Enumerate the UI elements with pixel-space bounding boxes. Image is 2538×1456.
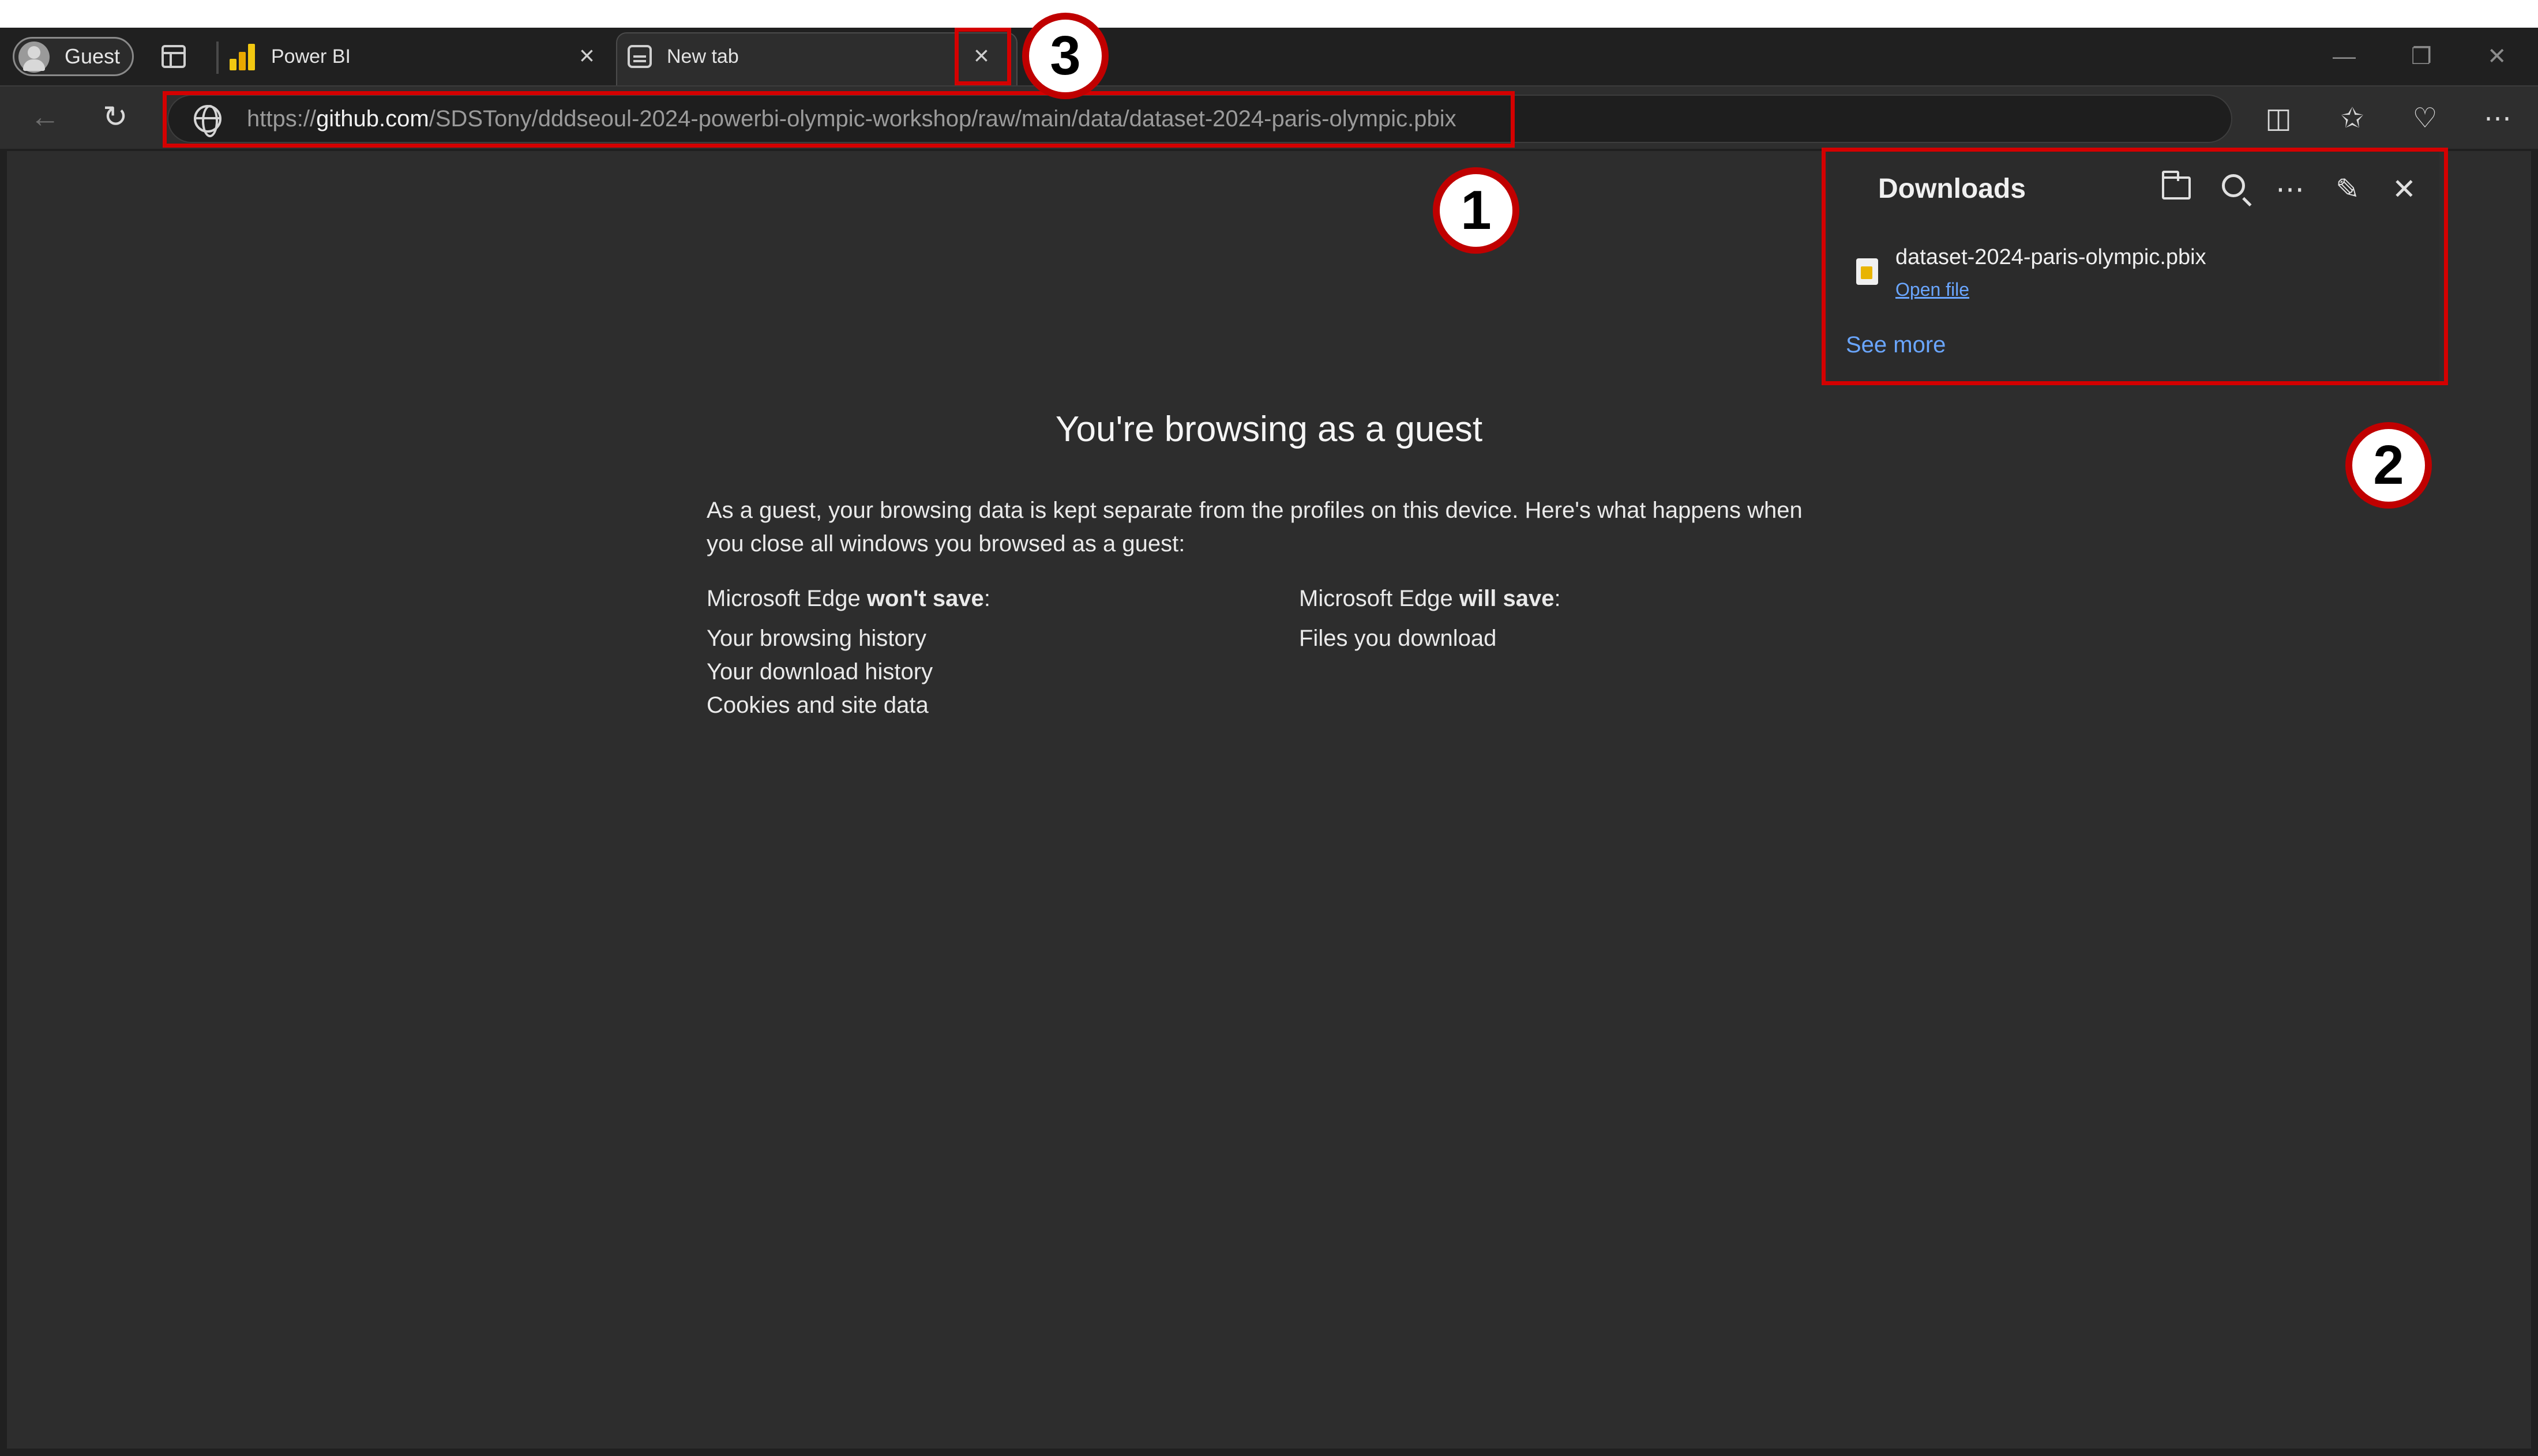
back-icon[interactable]: ← [30, 97, 60, 137]
highlight-address-bar [163, 91, 1515, 148]
tab-divider [216, 42, 219, 74]
power-bi-icon [230, 44, 256, 70]
page-title: You're browsing as a guest [1055, 409, 1483, 449]
favorites-icon[interactable]: ✩ [2335, 101, 2370, 136]
settings-more-icon[interactable]: ⋯ [2480, 101, 2515, 136]
list-item: Files you download [1299, 626, 1497, 651]
list-item: Your download history [707, 659, 933, 684]
minimize-icon[interactable]: — [2333, 40, 2356, 73]
heading-colon: : [1554, 586, 1561, 611]
list-item: Cookies and site data [707, 693, 929, 718]
profile-name: Guest [65, 44, 121, 68]
heading-bold: won't save [866, 586, 984, 611]
tab-actions-icon[interactable] [162, 45, 186, 68]
wont-save-heading: Microsoft Edge won't save: [707, 581, 990, 616]
heading-colon: : [983, 586, 990, 611]
guest-description: As a guest, your browsing data is kept s… [707, 498, 1803, 556]
list-item: Your browsing history [707, 626, 926, 651]
refresh-icon[interactable]: ↻ [103, 97, 128, 137]
tab-label: Power BI [271, 46, 351, 67]
restore-icon[interactable]: ❐ [2411, 40, 2432, 73]
window-close-icon[interactable]: ✕ [2487, 40, 2507, 73]
step-badge-1: 1 [1433, 167, 1519, 254]
heading-prefix: Microsoft Edge [1299, 586, 1459, 611]
tab-label: New tab [667, 46, 739, 67]
highlight-downloads-panel [1822, 148, 2448, 385]
browser-essentials-icon[interactable]: ♡ [2408, 101, 2442, 136]
new-tab-page-icon [628, 45, 652, 68]
heading-bold: will save [1459, 586, 1555, 611]
step-badge-3: 3 [1022, 13, 1109, 99]
split-screen-icon[interactable]: ◫ [2261, 101, 2296, 136]
avatar-icon [18, 42, 50, 73]
step-badge-2: 2 [2345, 422, 2432, 509]
highlight-close-tab [955, 28, 1011, 85]
close-tab-icon[interactable]: × [579, 42, 595, 69]
heading-prefix: Microsoft Edge [707, 586, 867, 611]
will-save-heading: Microsoft Edge will save: [1299, 581, 1561, 616]
